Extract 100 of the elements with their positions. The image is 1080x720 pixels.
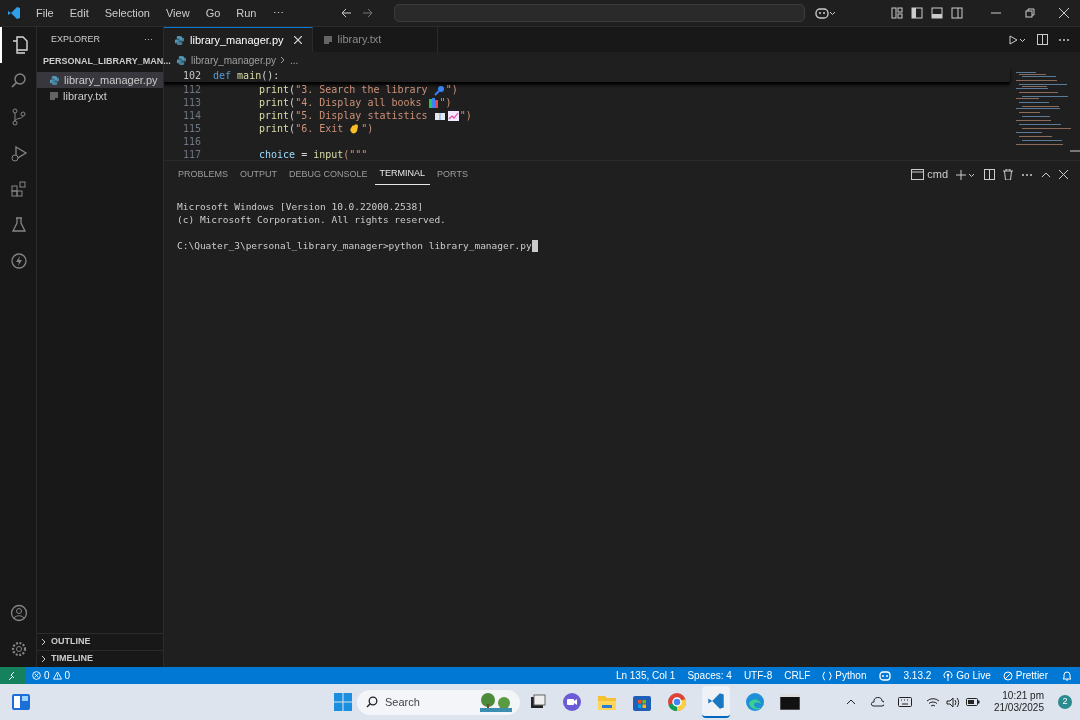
status-item[interactable]: Python — [816, 668, 898, 683]
layout-icon[interactable] — [891, 7, 903, 19]
copilot-icon[interactable] — [814, 7, 837, 19]
code-line: print("4. Display all books ") — [259, 95, 452, 110]
breadcrumb-item[interactable]: ... — [290, 52, 299, 68]
back-arrow-icon[interactable] — [339, 7, 352, 19]
close-icon[interactable] — [1059, 8, 1069, 18]
trash-icon[interactable] — [1003, 169, 1013, 180]
task-view-icon[interactable] — [529, 693, 547, 711]
editor-tab[interactable]: library_manager.py — [164, 27, 313, 52]
close-icon[interactable] — [293, 36, 302, 44]
close-icon[interactable] — [1059, 170, 1068, 179]
code-line: print("3. Search the library ") — [259, 82, 458, 97]
taskbar-search-field[interactable]: Search — [357, 689, 520, 715]
speaker-icon[interactable] — [945, 696, 960, 708]
split-editor-icon[interactable] — [1037, 34, 1048, 45]
breadcrumb-item[interactable]: library_manager.py — [191, 52, 277, 68]
terminal-app-icon[interactable] — [780, 694, 800, 710]
split-terminal-icon[interactable] — [984, 169, 995, 180]
broadcast-icon — [943, 670, 954, 681]
restore-icon[interactable] — [1025, 8, 1035, 18]
panel-toggle-icon[interactable] — [931, 7, 943, 19]
code-line: print("6. Exit ") — [259, 121, 374, 136]
problems-indicator[interactable]: 0 0 — [32, 668, 71, 683]
magnifier-icon — [433, 83, 446, 96]
folder-icon[interactable] — [597, 693, 617, 711]
app-logo-icon — [7, 6, 21, 20]
terminal-profile-button[interactable]: cmd — [911, 166, 948, 183]
command-center-field[interactable] — [393, 4, 805, 22]
chevron-right-icon[interactable] — [40, 655, 48, 663]
chat-icon[interactable] — [562, 692, 582, 712]
status-item[interactable]: Spaces: 4 — [681, 668, 738, 683]
menu-item[interactable]: Selection — [96, 4, 158, 22]
explorer-tree-row[interactable]: library.txt — [37, 88, 163, 104]
chevron-right-icon[interactable] — [40, 638, 48, 646]
more-icon[interactable] — [1021, 172, 1033, 177]
menu-item[interactable]: Edit — [61, 4, 97, 22]
keyboard-icon[interactable] — [897, 697, 912, 707]
menu-item[interactable]: ⋯ — [264, 4, 292, 22]
line-number: 112 — [181, 83, 201, 97]
more-actions-button[interactable]: ··· — [144, 32, 153, 47]
status-item[interactable]: UTF-8 — [737, 668, 779, 683]
forward-arrow-icon[interactable] — [361, 7, 374, 19]
app-logo-icon — [707, 692, 725, 710]
search-icon — [366, 696, 378, 708]
edge-browser-icon[interactable] — [745, 692, 765, 712]
folder-title[interactable]: PERSONAL_LIBRARY_MAN... — [43, 55, 171, 69]
menu-item[interactable]: Run — [228, 4, 265, 22]
chevron-up-icon[interactable] — [845, 699, 856, 705]
status-item[interactable]: Ln 135, Col 1 — [609, 668, 682, 683]
status-item[interactable]: Go Live — [937, 668, 997, 683]
status-item[interactable]: CRLF — [778, 668, 817, 683]
line-number: 115 — [181, 122, 201, 136]
widgets-icon[interactable] — [11, 693, 31, 711]
panel-tab[interactable]: PROBLEMS — [173, 164, 233, 185]
cursor-icon — [531, 239, 538, 252]
python-icon — [174, 34, 185, 46]
line-number: 102 — [181, 68, 201, 83]
wifi-icon[interactable] — [925, 696, 940, 708]
panel-tab[interactable]: TERMINAL — [374, 164, 431, 185]
code-editor-taskbar-button[interactable] — [702, 686, 730, 718]
bell-icon[interactable] — [1062, 670, 1072, 681]
start-icon[interactable] — [334, 693, 352, 711]
book-and-chart-icon — [433, 109, 460, 122]
more-icon[interactable] — [1058, 37, 1070, 42]
editor-tab[interactable]: library.txt — [312, 27, 438, 52]
sidebar-toggle-icon[interactable] — [911, 7, 923, 19]
battery-icon[interactable] — [965, 698, 980, 706]
code-line: print("5. Display statistics ") — [259, 108, 472, 123]
terminal-line: Microsoft Windows [Version 10.0.22000.2538] — [177, 200, 423, 213]
explorer-tree-row[interactable]: library_manager.py — [37, 72, 163, 88]
panel-tab[interactable]: DEBUG CONSOLE — [284, 164, 373, 185]
panel-tab[interactable]: OUTPUT — [235, 164, 282, 185]
browser-icon[interactable] — [667, 692, 687, 712]
section-header[interactable]: OUTLINE — [51, 635, 91, 649]
status-item[interactable]: 3.13.2 — [897, 668, 938, 683]
run-icon[interactable] — [1009, 34, 1027, 45]
cloud-icon[interactable] — [869, 697, 884, 707]
python-icon — [49, 74, 60, 86]
code-line: choice = input(""" — [259, 148, 368, 160]
warning-icon — [52, 671, 62, 680]
terminal-line: C:\Quater_3\personal_library_manager>python library_manager.py — [177, 239, 532, 252]
remote-button[interactable] — [0, 667, 25, 684]
notification-badge[interactable]: 2 — [1058, 695, 1072, 709]
split-layout-icon[interactable] — [951, 7, 963, 19]
plus-icon[interactable] — [956, 169, 976, 180]
no-entry-icon — [1002, 670, 1013, 681]
menu-item[interactable]: File — [28, 4, 62, 22]
line-number: 117 — [181, 148, 201, 160]
clock[interactable]: 10:21 pm 21/03/2025 — [993, 690, 1044, 714]
terminal-icon — [911, 169, 925, 180]
menu-item[interactable]: Go — [197, 4, 229, 22]
section-header[interactable]: TIMELINE — [51, 652, 93, 666]
error-icon — [32, 671, 41, 680]
line-number: 116 — [181, 135, 201, 149]
chevron-right-icon — [280, 56, 287, 64]
status-item[interactable]: Prettier — [996, 668, 1054, 683]
menu-item[interactable]: View — [157, 4, 198, 22]
code-line: def main(): — [213, 68, 280, 83]
panel-tab[interactable]: PORTS — [432, 164, 473, 185]
